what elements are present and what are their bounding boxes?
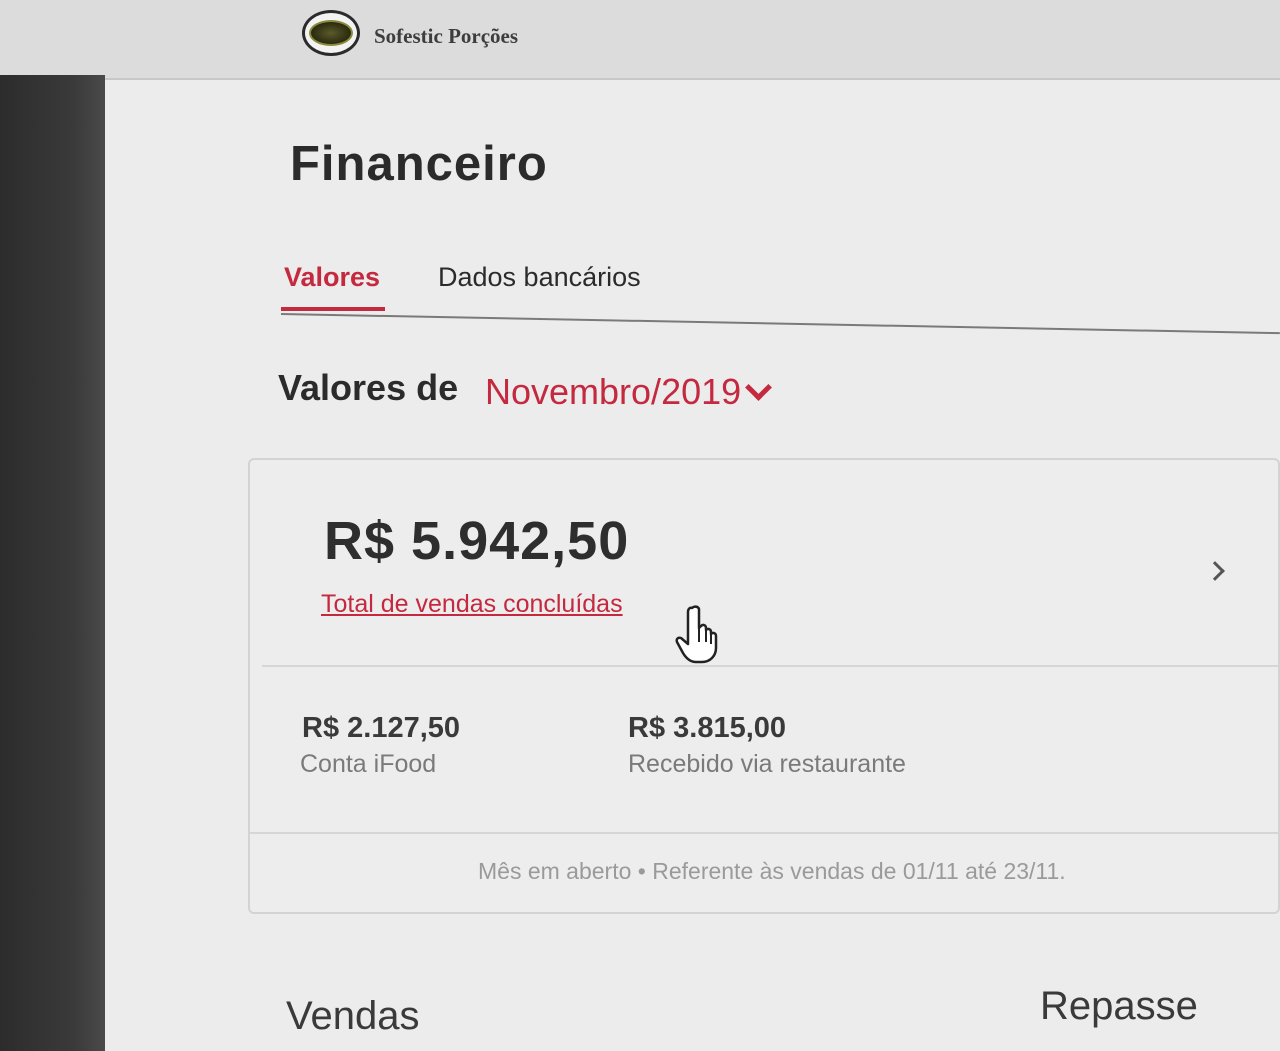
- chevron-down-icon[interactable]: [745, 373, 773, 401]
- top-bar: Sofestic Porções: [0, 0, 1280, 80]
- sales-section-title: Vendas: [286, 994, 420, 1038]
- total-sales-link[interactable]: Total de vendas concluídas: [321, 590, 623, 619]
- ifood-account-label: Conta iFood: [300, 750, 437, 778]
- ifood-account-value: R$ 2.127,50: [302, 712, 461, 744]
- card-divider-footer: [250, 832, 1280, 834]
- month-selector-label[interactable]: Novembro/2019: [485, 371, 741, 413]
- period-footnote: Mês em aberto • Referente às vendas de 0…: [478, 858, 1066, 884]
- chevron-right-icon[interactable]: [1205, 561, 1225, 581]
- card-divider: [262, 665, 1278, 667]
- active-tab-indicator: [281, 307, 385, 311]
- period-prefix: Valores de: [278, 367, 459, 408]
- restaurant-name[interactable]: Sofestic Porções: [374, 24, 518, 49]
- restaurant-logo[interactable]: [302, 10, 360, 56]
- left-panel-shadow: [0, 75, 105, 1051]
- tab-valores[interactable]: Valores: [284, 262, 380, 293]
- restaurant-received-label: Recebido via restaurante: [628, 750, 906, 778]
- hand-cursor-icon: [675, 605, 718, 664]
- logo-emblem: [309, 20, 353, 46]
- tab-dados-bancarios[interactable]: Dados bancários: [438, 262, 641, 293]
- total-sales-value: R$ 5.942,50: [324, 511, 630, 571]
- total-sales-row[interactable]: R$ 5.942,50 Total de vendas concluídas: [262, 460, 1278, 665]
- month-selector[interactable]: Novembro/2019: [485, 371, 773, 413]
- restaurant-received-value: R$ 3.815,00: [628, 712, 787, 744]
- transfer-section-title: Repasse: [1040, 984, 1198, 1028]
- summary-card: R$ 5.942,50 Total de vendas concluídas R…: [248, 458, 1280, 914]
- page-title: Financeiro: [290, 137, 548, 191]
